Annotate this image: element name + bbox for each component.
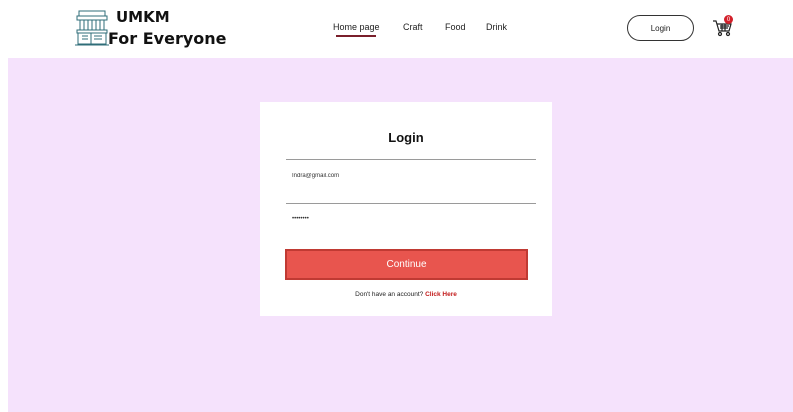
logo[interactable]: UMKM For Everyone bbox=[74, 8, 227, 49]
cart-button[interactable]: 0 bbox=[712, 15, 734, 38]
login-title: Login bbox=[388, 130, 424, 145]
continue-button[interactable]: Continue bbox=[285, 249, 528, 280]
cart-count-badge: 0 bbox=[724, 15, 733, 24]
main-nav: Home page Craft Food Drink bbox=[333, 22, 526, 37]
nav-food[interactable]: Food bbox=[445, 22, 486, 32]
nav-drink[interactable]: Drink bbox=[486, 22, 526, 32]
login-card: Login Continue Don't have an account? Cl… bbox=[260, 102, 552, 316]
password-input[interactable] bbox=[292, 216, 512, 222]
nav-craft[interactable]: Craft bbox=[403, 22, 445, 32]
signup-link[interactable]: Click Here bbox=[425, 291, 457, 298]
password-field[interactable] bbox=[286, 203, 536, 229]
storefront-icon bbox=[75, 10, 109, 46]
header: UMKM For Everyone Home page Craft Food D… bbox=[0, 0, 793, 58]
nav-home-page[interactable]: Home page bbox=[333, 22, 403, 37]
brand-name: UMKM For Everyone bbox=[108, 8, 227, 49]
main-content: Login Continue Don't have an account? Cl… bbox=[8, 58, 793, 412]
header-login-button[interactable]: Login bbox=[627, 15, 694, 41]
brand-line1: UMKM bbox=[116, 8, 170, 26]
email-input[interactable] bbox=[292, 173, 512, 179]
brand-line2: For Everyone bbox=[108, 29, 227, 48]
email-field[interactable] bbox=[286, 159, 536, 199]
signup-prompt-text: Don't have an account? bbox=[355, 291, 424, 298]
signup-prompt: Don't have an account? Click Here bbox=[260, 291, 552, 298]
